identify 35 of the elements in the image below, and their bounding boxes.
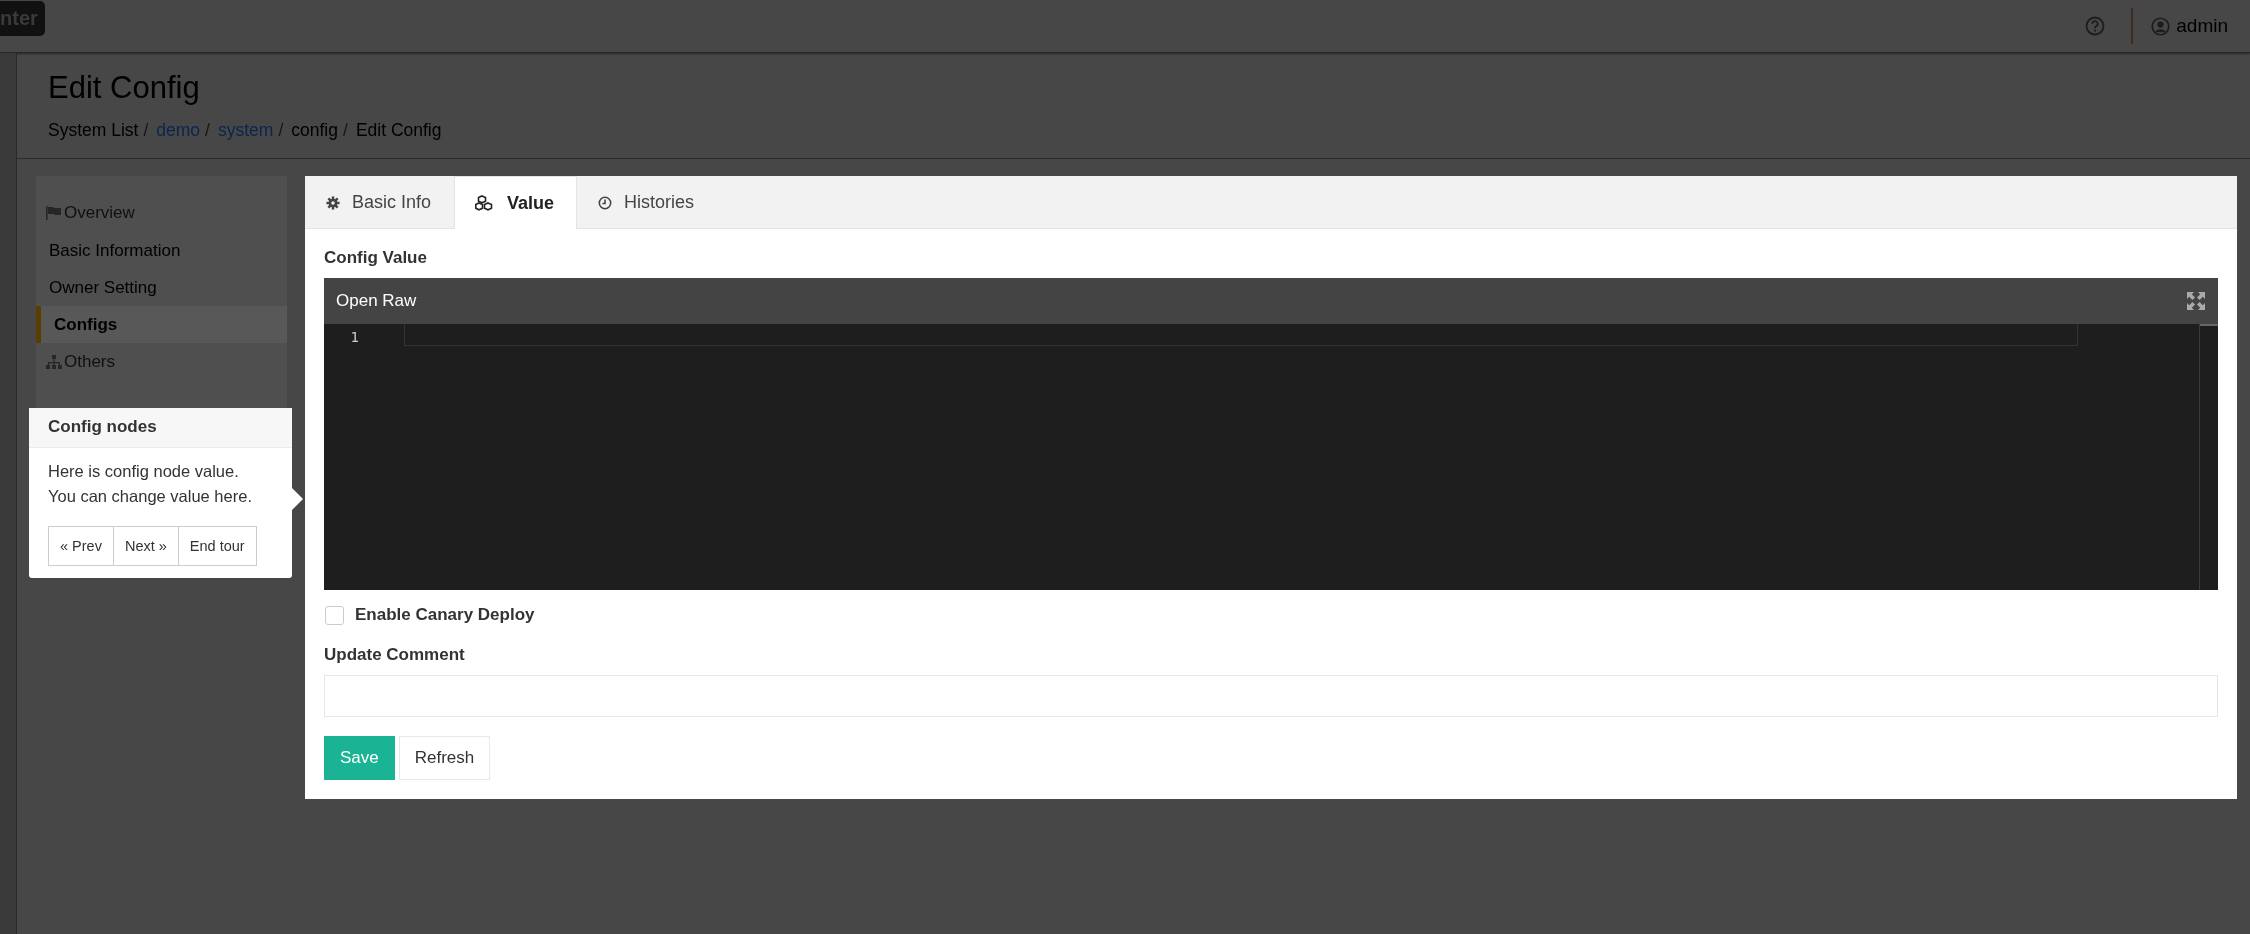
tab[interactable]: Basic Info: [305, 176, 455, 228]
breadcrumb-separator: /: [277, 120, 285, 141]
scrollbar[interactable]: [2199, 324, 2218, 590]
code-editor[interactable]: Open Raw 1: [324, 278, 2218, 590]
fullscreen-icon: [2186, 291, 2206, 311]
breadcrumb-separator: /: [204, 120, 211, 141]
checkbox-label: Enable Canary Deploy: [355, 605, 535, 625]
popover-text: Here is config node value. You can change value here.: [47, 461, 253, 507]
flag-icon: [46, 206, 62, 220]
field-label: Config Value: [324, 248, 428, 268]
refresh-button[interactable]: Refresh: [398, 736, 491, 780]
user-icon: [2151, 16, 2171, 36]
breadcrumb-item: config: [291, 120, 338, 141]
sitemap-icon: [46, 355, 62, 369]
tab[interactable]: Histories: [577, 176, 718, 228]
breadcrumb-separator: /: [142, 120, 150, 141]
breadcrumb-separator: /: [342, 120, 349, 141]
breadcrumb-item: Edit Config: [355, 120, 442, 141]
prev-button[interactable]: « Prev: [48, 526, 114, 566]
next-button[interactable]: Next »: [112, 526, 179, 566]
section-heading: Others: [64, 352, 116, 372]
tab[interactable]: Value: [454, 176, 578, 229]
end-tour-button[interactable]: End tour: [177, 526, 257, 566]
editor-title: Open Raw: [336, 291, 417, 311]
help-icon: [2085, 16, 2106, 36]
popover-title: Config nodes: [29, 408, 292, 448]
breadcrumb-item: System List: [48, 120, 139, 141]
checkbox[interactable]: [325, 605, 344, 625]
comment-field[interactable]: [324, 675, 2218, 717]
gear-icon: [326, 195, 340, 210]
clock-icon: [598, 195, 613, 210]
page-title: Edit Config: [48, 69, 201, 107]
field-label: Update Comment: [324, 645, 466, 665]
section-heading: Overview: [64, 203, 135, 223]
line-number: 1: [349, 329, 359, 345]
